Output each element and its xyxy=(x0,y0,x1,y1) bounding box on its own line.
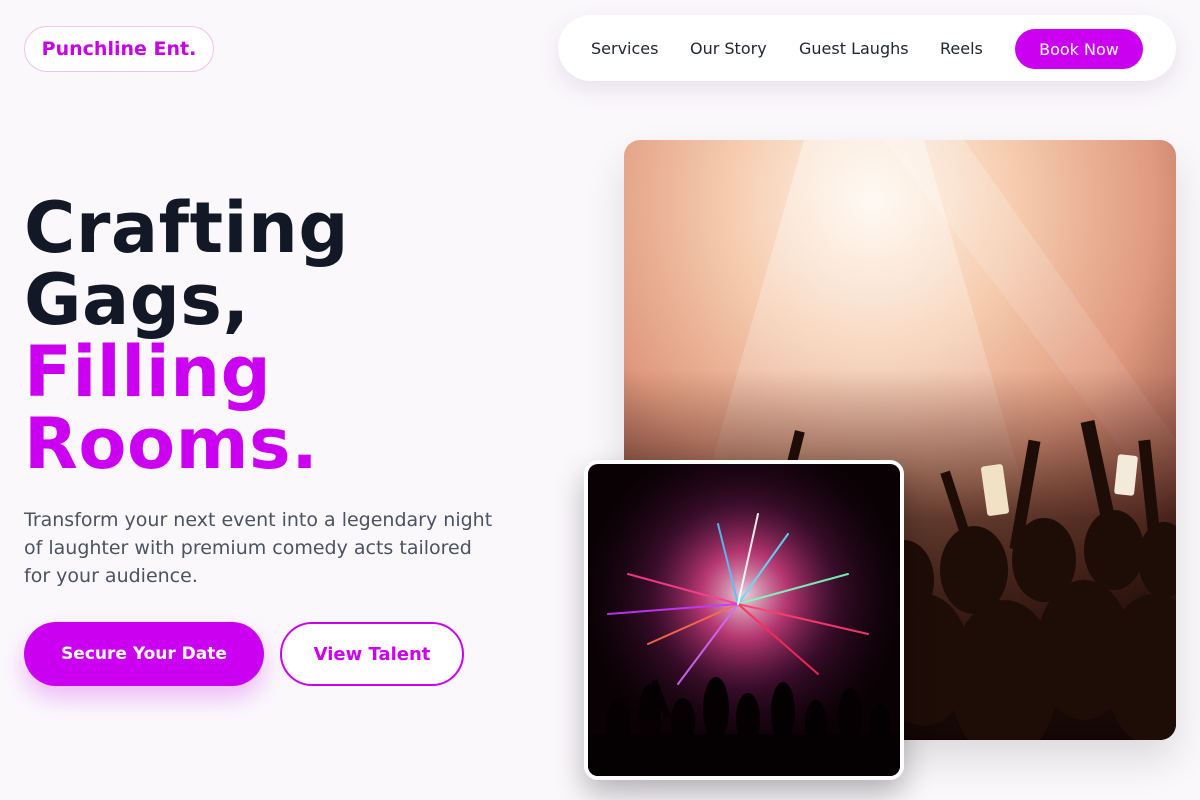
brand-logo[interactable]: Punchline Ent. xyxy=(24,26,214,72)
main-nav: Services Our Story Guest Laughs Reels Bo… xyxy=(558,15,1176,81)
nav-link-services[interactable]: Services xyxy=(591,15,658,81)
headline-line-4: Rooms. xyxy=(24,403,319,485)
fireworks-image xyxy=(584,460,904,780)
hero-subtitle: Transform your next event into a legenda… xyxy=(24,509,493,587)
hero-headline: Crafting Gags, Filling Rooms. xyxy=(24,192,349,480)
nav-link-guest-laughs[interactable]: Guest Laughs xyxy=(799,15,909,81)
nav-link-reels[interactable]: Reels xyxy=(940,15,983,81)
view-talent-button[interactable]: View Talent xyxy=(280,622,464,686)
book-now-button[interactable]: Book Now xyxy=(1015,29,1143,69)
headline-line-1: Crafting xyxy=(24,187,349,269)
headline-line-2: Gags, xyxy=(24,259,250,341)
headline-line-3: Filling xyxy=(24,331,272,413)
nav-link-our-story[interactable]: Our Story xyxy=(690,15,767,81)
secure-your-date-button[interactable]: Secure Your Date xyxy=(24,622,264,686)
